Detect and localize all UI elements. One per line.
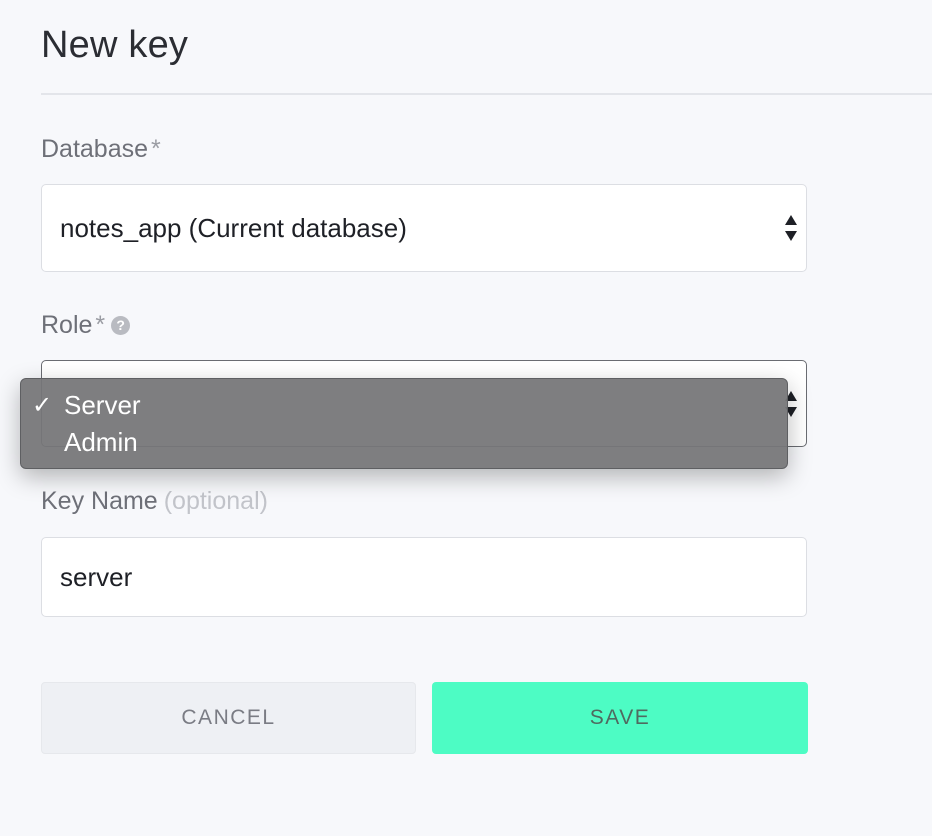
role-label: Role *? — [41, 311, 131, 340]
key-name-label: Key Name (optional) — [41, 487, 268, 516]
role-dropdown-menu: ✓ Server Admin — [20, 378, 788, 469]
database-select[interactable]: notes_app (Current database) — [41, 184, 807, 272]
checkmark-icon: ✓ — [32, 392, 53, 419]
page-title: New key — [41, 24, 189, 66]
key-name-input-value: server — [60, 561, 133, 592]
optional-note: (optional) — [163, 487, 268, 515]
role-option-label: Admin — [64, 427, 138, 457]
key-name-label-text: Key Name — [41, 487, 158, 515]
role-option-admin[interactable]: Admin — [21, 424, 787, 461]
required-mark: * — [151, 135, 161, 163]
database-select-value: notes_app (Current database) — [60, 212, 407, 243]
key-name-input[interactable]: server — [41, 537, 807, 617]
role-option-label: Server — [64, 390, 141, 420]
role-option-server[interactable]: ✓ Server — [21, 387, 787, 424]
role-label-text: Role — [41, 311, 93, 339]
new-key-page: New key Database * notes_app (Current dat… — [0, 0, 932, 836]
database-label: Database * — [41, 135, 161, 164]
question-circle-icon[interactable]: ? — [111, 316, 131, 335]
title-divider — [41, 93, 932, 95]
database-label-text: Database — [41, 135, 149, 163]
select-arrows-icon — [785, 215, 797, 241]
required-mark: * — [95, 311, 106, 339]
save-button[interactable]: SAVE — [432, 682, 808, 754]
cancel-button[interactable]: CANCEL — [41, 682, 416, 754]
